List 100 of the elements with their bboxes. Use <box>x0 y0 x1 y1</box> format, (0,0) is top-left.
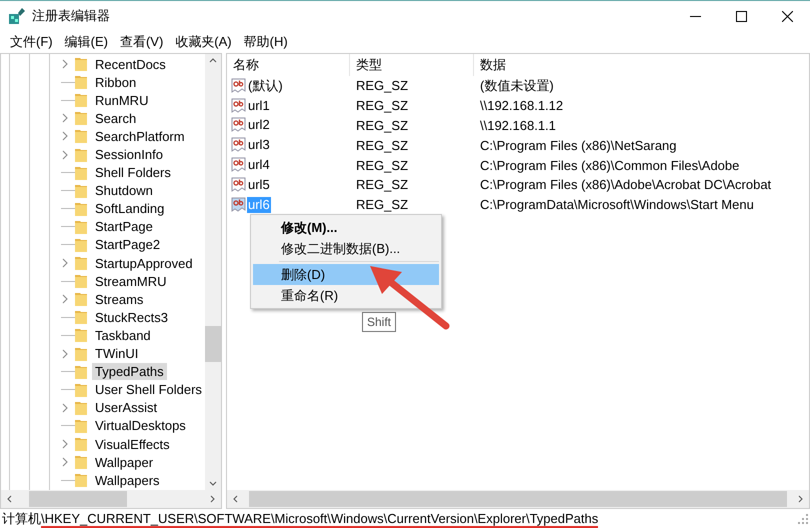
tree-item[interactable]: UserAssist <box>92 399 160 416</box>
tree-item[interactable]: TypedPaths <box>92 363 167 380</box>
menu-item[interactable]: 重命名(R) <box>253 285 439 306</box>
tree-item[interactable]: Shutdown <box>92 182 156 200</box>
folder-icon <box>75 436 87 452</box>
status-path: 计算机\HKEY_CURRENT_USER\SOFTWARE\Microsoft\Windows\CurrentVersion\Explorer\TypedPaths <box>2 510 598 528</box>
folder-icon <box>75 182 87 199</box>
tree-item[interactable]: Taskband <box>92 326 154 344</box>
value-name[interactable]: url4 <box>247 157 271 174</box>
horizontal-scrollbar[interactable] <box>1 490 221 508</box>
folder-icon <box>75 236 87 253</box>
menu-item[interactable]: 查看(V) <box>114 32 170 52</box>
value-data: C:\Program Files (x86)\Common Files\Adobe <box>479 158 740 173</box>
column-header[interactable]: 类型 <box>350 54 474 76</box>
string-value-icon <box>231 78 247 94</box>
column-header[interactable]: 名称 <box>227 54 350 76</box>
string-value-icon <box>231 117 247 134</box>
tooltip: Shift <box>362 312 396 332</box>
tree-item[interactable]: RecentDocs <box>92 56 169 73</box>
tree-item[interactable]: Shell Folders <box>92 164 174 182</box>
folder-icon <box>75 74 87 90</box>
window-title: 注册表编辑器 <box>32 7 111 25</box>
value-data: (数值未设置) <box>479 76 554 95</box>
string-value-icon <box>231 137 247 154</box>
value-data: C:\ProgramData\Microsoft\Windows\Start Menu <box>479 197 754 212</box>
scroll-thumb[interactable] <box>29 491 127 507</box>
value-type: REG_SZ <box>355 138 410 153</box>
tree-item[interactable]: StartPage2 <box>92 236 164 254</box>
folder-icon <box>75 364 87 380</box>
value-type: REG_SZ <box>355 78 410 94</box>
value-name[interactable]: (默认) <box>247 78 284 94</box>
string-value-icon <box>231 157 247 174</box>
value-type: REG_SZ <box>355 177 410 192</box>
tree-item[interactable]: Streams <box>92 290 146 308</box>
menu-item[interactable]: 修改二进制数据(B)... <box>253 238 439 259</box>
registry-icon <box>8 7 26 25</box>
tree-item[interactable]: SearchPlatform <box>92 128 188 145</box>
menu-item[interactable]: 帮助(H) <box>238 32 294 52</box>
folder-icon <box>75 164 87 181</box>
scroll-thumb[interactable] <box>249 491 787 507</box>
folder-icon <box>75 92 87 108</box>
scroll-thumb[interactable] <box>205 326 221 362</box>
tree-item[interactable]: SessionInfo <box>92 146 166 164</box>
close-icon <box>782 10 792 22</box>
value-name[interactable]: url1 <box>247 98 271 114</box>
value-name[interactable]: url2 <box>247 117 271 134</box>
folder-icon <box>75 200 87 217</box>
tree-item[interactable]: StuckRects3 <box>92 308 171 326</box>
menu-item[interactable]: 修改(M)... <box>253 217 439 238</box>
vertical-scrollbar[interactable] <box>205 54 221 490</box>
resize-grip-icon[interactable] <box>798 514 808 524</box>
value-data: \\192.168.1.12 <box>479 98 564 114</box>
folder-icon <box>75 454 87 470</box>
maximize-icon <box>736 10 746 22</box>
tree-item[interactable]: Search <box>92 110 140 127</box>
tree-item[interactable]: Ribbon <box>92 74 140 91</box>
folder-icon <box>75 218 87 235</box>
folder-icon <box>75 472 87 488</box>
string-value-icon <box>231 98 247 114</box>
folder-icon <box>75 327 87 344</box>
value-data: \\192.168.1.1 <box>479 118 556 133</box>
folder-icon <box>75 400 87 416</box>
tree-item[interactable]: TWinUI <box>92 345 142 362</box>
folder-icon <box>75 273 87 290</box>
menu-item[interactable]: 删除(D) <box>253 264 439 285</box>
value-name[interactable]: url3 <box>247 137 271 154</box>
tree-item[interactable]: VirtualDesktops <box>92 417 189 434</box>
tree-item[interactable]: VisualEffects <box>92 436 173 453</box>
tree-item[interactable]: SoftLanding <box>92 200 168 218</box>
folder-icon <box>75 309 87 326</box>
value-type: REG_SZ <box>355 158 410 173</box>
folder-icon <box>75 291 87 308</box>
value-type: REG_SZ <box>355 98 410 114</box>
folder-icon <box>75 110 87 126</box>
value-name[interactable]: url5 <box>247 176 271 193</box>
tree-item[interactable]: StreamMRU <box>92 272 170 290</box>
folder-icon <box>75 128 87 144</box>
value-data: C:\Program Files (x86)\Adobe\Acrobat DC\Acrobat <box>479 177 772 192</box>
tree-item[interactable]: Wallpaper <box>92 454 156 471</box>
string-value-icon <box>231 176 247 193</box>
folder-icon <box>75 146 87 163</box>
horizontal-scrollbar[interactable] <box>227 490 809 508</box>
folder-icon <box>75 56 87 72</box>
tree-item[interactable]: User Shell Folders <box>92 381 205 398</box>
menu-item[interactable]: 编辑(E) <box>58 32 114 52</box>
folder-icon <box>75 255 87 272</box>
tree-item[interactable]: Wallpapers <box>92 472 163 489</box>
column-header[interactable]: 数据 <box>474 54 809 76</box>
value-data: C:\Program Files (x86)\NetSarang <box>479 138 677 153</box>
string-value-icon <box>231 196 247 213</box>
folder-icon <box>75 382 87 398</box>
menu-item[interactable]: 文件(F) <box>4 32 59 52</box>
tree-item[interactable]: StartupApproved <box>92 254 196 272</box>
folder-icon <box>75 346 87 362</box>
tree-item[interactable]: RunMRU <box>92 92 152 109</box>
tree-item[interactable]: StartPage <box>92 218 156 236</box>
menu-item[interactable]: 收藏夹(A) <box>169 32 238 52</box>
value-type: REG_SZ <box>355 118 410 133</box>
value-type: REG_SZ <box>355 197 410 212</box>
folder-icon <box>75 418 87 434</box>
